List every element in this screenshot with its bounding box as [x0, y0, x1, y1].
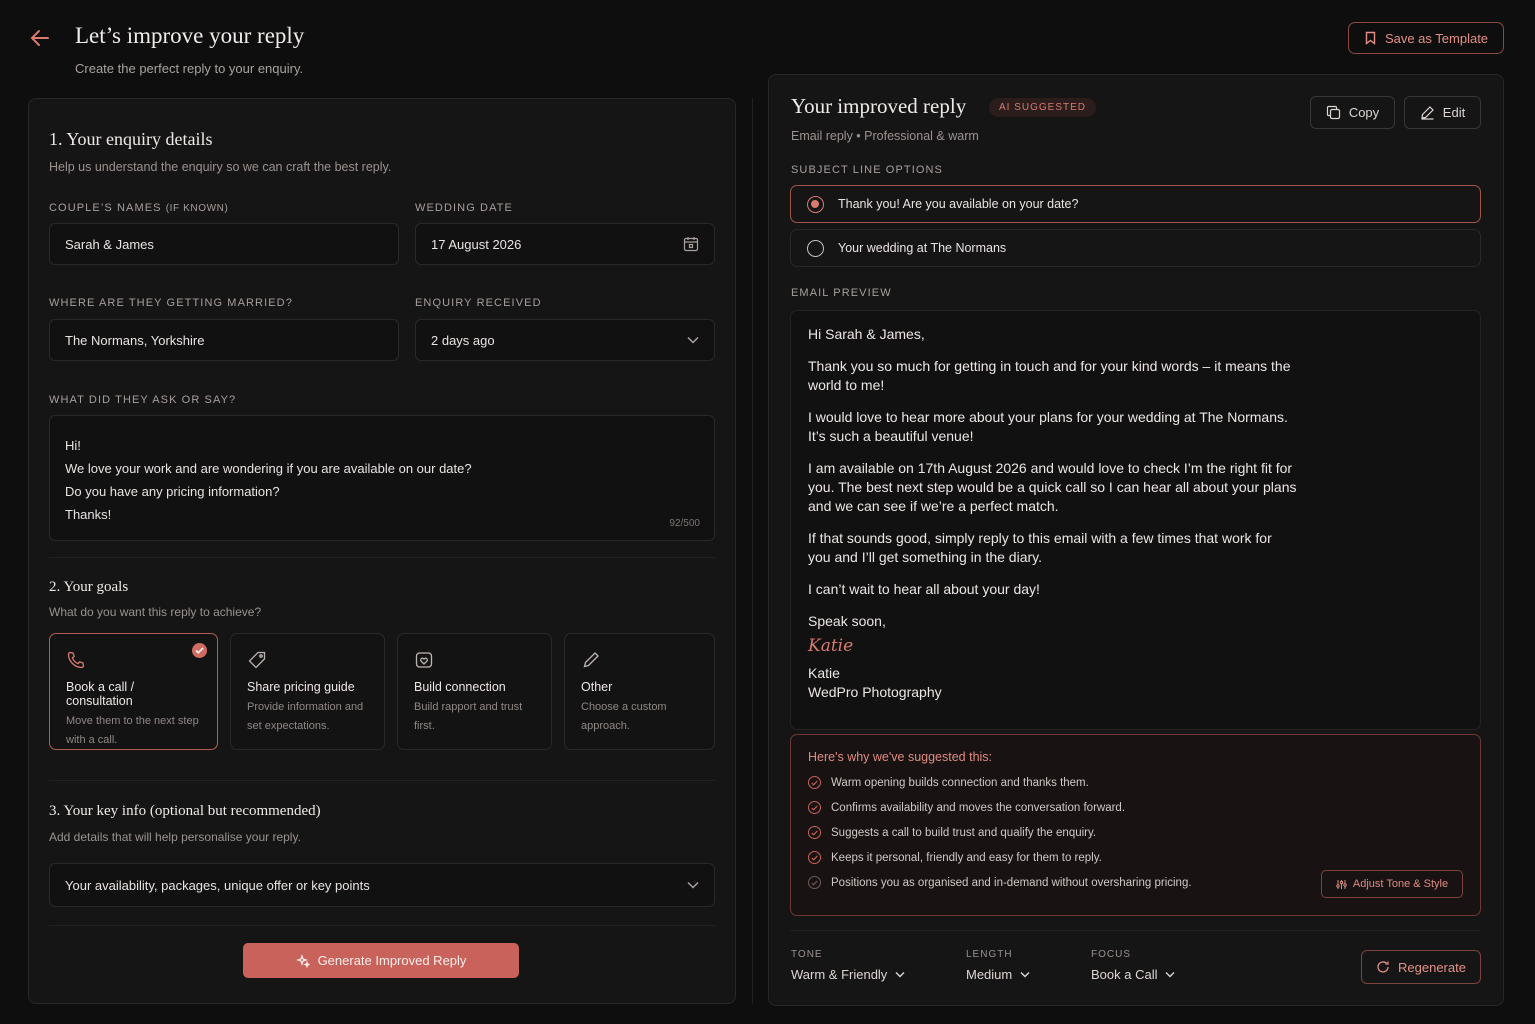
tone-select[interactable]: Warm & Friendly — [791, 967, 905, 982]
check-circle-icon — [808, 801, 821, 814]
sliders-icon — [1336, 879, 1347, 890]
check-circle-icon — [808, 776, 821, 789]
refresh-icon — [1376, 960, 1390, 974]
message-line: Thanks! — [65, 507, 112, 522]
why-item: Keeps it personal, friendly and easy for… — [808, 845, 1463, 870]
save-as-template-button[interactable]: Save as Template — [1348, 22, 1504, 54]
goals-description: What do you want this reply to achieve? — [49, 605, 262, 619]
ai-suggested-badge: AI SUGGESTED — [989, 98, 1097, 117]
preview-label: EMAIL PREVIEW — [791, 287, 892, 299]
chevron-down-icon — [687, 881, 699, 889]
page-title: Let’s improve your reply — [75, 23, 305, 48]
couple-names-input[interactable]: Sarah & James — [49, 223, 399, 265]
chevron-down-icon — [1020, 971, 1030, 978]
page-subtitle: Create the perfect reply to your enquiry… — [75, 61, 304, 76]
message-line: Do you have any pricing information? — [65, 484, 280, 499]
radio-selected[interactable] — [807, 195, 824, 213]
edit-button[interactable]: Edit — [1404, 96, 1481, 129]
chevron-down-icon — [895, 971, 905, 978]
sender-company: WedPro Photography — [808, 684, 942, 700]
goal-card-other[interactable]: Other Choose a custom approach. — [564, 633, 715, 750]
enquiry-received-select[interactable]: 2 days ago — [415, 319, 715, 361]
email-paragraph: If that sounds good, simply reply to thi… — [808, 530, 1272, 565]
message-line: We love your work and are wondering if y… — [65, 461, 472, 476]
goal-card-connection[interactable]: Build connection Build rapport and trust… — [397, 633, 552, 750]
subject-option-2[interactable]: Your wedding at The Normans — [790, 229, 1481, 267]
key-info-heading: 3. Your key info (optional but recommend… — [49, 803, 321, 819]
tag-icon — [247, 650, 267, 670]
chevron-down-icon — [1165, 971, 1175, 978]
enquiry-heading: 1. Your enquiry details — [49, 129, 213, 149]
bookmark-icon — [1364, 31, 1377, 45]
focus-label: FOCUS — [1091, 949, 1131, 960]
check-circle-icon — [808, 876, 821, 889]
check-circle-icon — [808, 826, 821, 839]
edit-icon — [1420, 105, 1435, 120]
goals-heading: 2. Your goals — [49, 579, 129, 595]
wedding-date-label: WEDDING DATE — [415, 202, 513, 214]
venue-input[interactable]: The Normans, Yorkshire — [49, 319, 399, 361]
radio-unselected[interactable] — [807, 239, 824, 257]
why-suggested-box: Here's why we've suggested this: Warm op… — [790, 734, 1481, 916]
heart-icon — [414, 650, 434, 670]
adjust-tone-button[interactable]: Adjust Tone & Style — [1321, 870, 1463, 898]
email-paragraph: Thank you so much for getting in touch a… — [808, 358, 1291, 393]
regenerate-button[interactable]: Regenerate — [1361, 950, 1481, 984]
why-item: Warm opening builds connection and thank… — [808, 770, 1463, 795]
message-label: WHAT DID THEY ASK OR SAY? — [49, 394, 237, 406]
why-heading: Here's why we've suggested this: — [808, 750, 993, 764]
goal-card-book-call[interactable]: Book a call / consultation Move them to … — [49, 633, 218, 750]
signature: Katie — [808, 636, 854, 656]
check-icon — [192, 643, 207, 658]
divider — [49, 557, 715, 558]
focus-select[interactable]: Book a Call — [1091, 967, 1175, 982]
copy-icon — [1326, 105, 1341, 120]
goal-card-pricing[interactable]: Share pricing guide Provide information … — [230, 633, 385, 750]
char-count: 92/500 — [669, 518, 700, 529]
why-item: Suggests a call to build trust and quali… — [808, 820, 1463, 845]
email-paragraph: I would love to hear more about your pla… — [808, 409, 1288, 444]
couple-label: COUPLE’S NAMES (IF KNOWN) — [49, 202, 229, 214]
email-greeting: Hi Sarah & James, — [808, 326, 925, 342]
calendar-icon[interactable] — [683, 236, 699, 252]
subject-label: SUBJECT LINE OPTIONS — [791, 164, 943, 176]
wedding-date-input[interactable]: 17 August 2026 — [415, 223, 715, 265]
venue-label: WHERE ARE THEY GETTING MARRIED? — [49, 297, 293, 309]
email-preview: Hi Sarah & James, Thank you so much for … — [790, 310, 1481, 730]
sparkle-icon — [295, 953, 310, 968]
length-select[interactable]: Medium — [966, 967, 1030, 982]
reply-meta: Email reply • Professional & warm — [791, 129, 979, 143]
why-item: Confirms availability and moves the conv… — [808, 795, 1463, 820]
email-signoff: Speak soon, — [808, 613, 886, 629]
subject-option-1[interactable]: Thank you! Are you available on your dat… — [790, 185, 1481, 223]
message-line: Hi! — [65, 438, 81, 453]
chevron-down-icon — [687, 336, 699, 344]
email-paragraph: I am available on 17th August 2026 and w… — [808, 460, 1297, 514]
phone-icon — [66, 650, 86, 670]
divider — [790, 930, 1481, 931]
tone-label: TONE — [791, 949, 823, 960]
generate-reply-button[interactable]: Generate Improved Reply — [243, 943, 519, 978]
enquiry-description: Help us understand the enquiry so we can… — [49, 160, 392, 174]
divider — [49, 780, 715, 781]
panel-divider — [752, 98, 753, 1004]
message-textarea[interactable]: Hi! We love your work and are wondering … — [49, 415, 715, 541]
length-label: LENGTH — [966, 949, 1013, 960]
email-paragraph: I can’t wait to hear all about your day! — [808, 581, 1040, 597]
back-arrow-icon[interactable] — [28, 26, 52, 50]
key-info-description: Add details that will help personalise y… — [49, 830, 301, 844]
sender-name: Katie — [808, 665, 840, 681]
copy-button[interactable]: Copy — [1310, 96, 1395, 129]
pencil-icon — [581, 650, 601, 670]
divider — [49, 925, 715, 926]
key-info-select[interactable]: Your availability, packages, unique offe… — [49, 863, 715, 907]
check-circle-icon — [808, 851, 821, 864]
enquiry-received-label: ENQUIRY RECEIVED — [415, 297, 542, 309]
reply-heading: Your improved reply — [791, 94, 967, 118]
